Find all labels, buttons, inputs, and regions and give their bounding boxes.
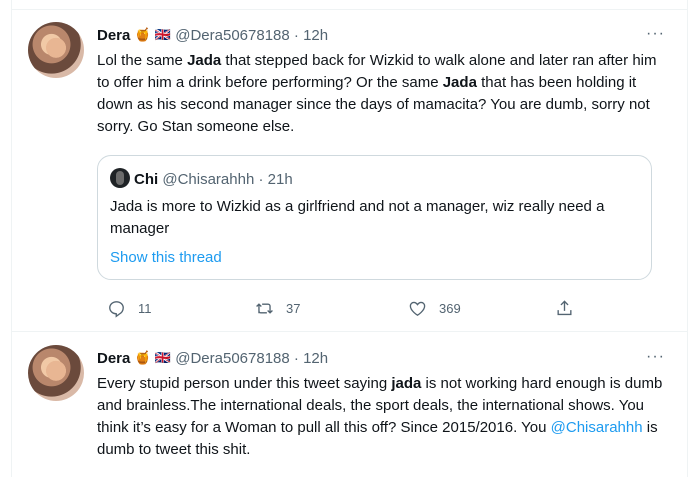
quoted-tweet-header: Chi @Chisarahhh · 21h [110, 168, 293, 188]
honey-pot-emoji: 🍯 [134, 350, 151, 365]
retweet-icon [256, 302, 273, 314]
dot-separator: · [293, 350, 299, 367]
tweet[interactable]: Dera 🍯 🇬🇧 @Dera50678188 · 12h ··· Every … [12, 331, 687, 477]
quoted-tweet-text: Jada is more to Wizkid as a girlfriend a… [110, 198, 605, 237]
tweet-text: Every stupid person under this tweet say… [97, 373, 671, 461]
more-options-icon[interactable]: ··· [646, 23, 665, 45]
avatar[interactable] [28, 22, 84, 78]
show-this-thread-link[interactable]: Show this thread [110, 248, 222, 268]
avatar[interactable] [28, 345, 84, 401]
tweet-header: Dera 🍯 🇬🇧 @Dera50678188 · 12h ··· [97, 24, 671, 46]
tweet-time[interactable]: 12h [303, 350, 328, 367]
author-name[interactable]: Dera [97, 27, 130, 44]
tweet[interactable]: Dera 🍯 🇬🇧 @Dera50678188 · 12h ··· Lol th… [12, 9, 687, 332]
reply-button[interactable]: 11 [107, 298, 152, 318]
mention-link[interactable]: @Chisarahhh [551, 419, 643, 436]
reply-count: 11 [138, 300, 152, 316]
author-handle[interactable]: @Dera50678188 [175, 27, 289, 44]
honey-pot-emoji: 🍯 [134, 27, 151, 42]
text-bold: jada [391, 375, 422, 392]
tweet-content: Dera 🍯 🇬🇧 @Dera50678188 · 12h ··· Lol th… [97, 24, 671, 138]
author-name[interactable]: Dera [97, 350, 130, 367]
uk-flag-emoji: 🇬🇧 [154, 350, 172, 365]
tweet-actions: 11 37 369 [97, 298, 572, 318]
like-count: 369 [439, 300, 461, 316]
dot-separator: · [258, 171, 264, 188]
uk-flag-emoji: 🇬🇧 [154, 27, 172, 42]
quoted-author-handle: @Chisarahhh [162, 171, 255, 188]
quoted-author-name: Chi [134, 171, 159, 188]
quoted-tweet-time: 21h [267, 171, 293, 188]
reply-icon [109, 300, 124, 318]
like-button[interactable]: 369 [408, 298, 461, 318]
heart-icon [409, 301, 426, 316]
text-segment: Every stupid person under this tweet say… [97, 375, 392, 392]
text-bold: Jada [442, 74, 477, 91]
dot-separator: · [293, 27, 299, 44]
timeline: Dera 🍯 🇬🇧 @Dera50678188 · 12h ··· Lol th… [11, 0, 688, 477]
retweet-count: 37 [286, 300, 301, 316]
text-bold: Jada [187, 52, 222, 69]
quoted-tweet[interactable]: Chi @Chisarahhh · 21h Jada is more to Wi… [97, 155, 652, 280]
share-icon [557, 299, 572, 315]
tweet-header: Dera 🍯 🇬🇧 @Dera50678188 · 12h ··· [97, 347, 671, 369]
tweet-content: Dera 🍯 🇬🇧 @Dera50678188 · 12h ··· Every … [97, 347, 671, 461]
share-button[interactable] [555, 298, 574, 318]
tweet-text: Lol the same Jada that stepped back for … [97, 50, 671, 138]
quoted-avatar [110, 168, 130, 188]
retweet-button[interactable]: 37 [255, 298, 300, 318]
more-options-icon[interactable]: ··· [646, 346, 665, 368]
text-segment: Lol the same [97, 52, 188, 69]
author-handle[interactable]: @Dera50678188 [175, 350, 289, 367]
tweet-time[interactable]: 12h [303, 27, 328, 44]
